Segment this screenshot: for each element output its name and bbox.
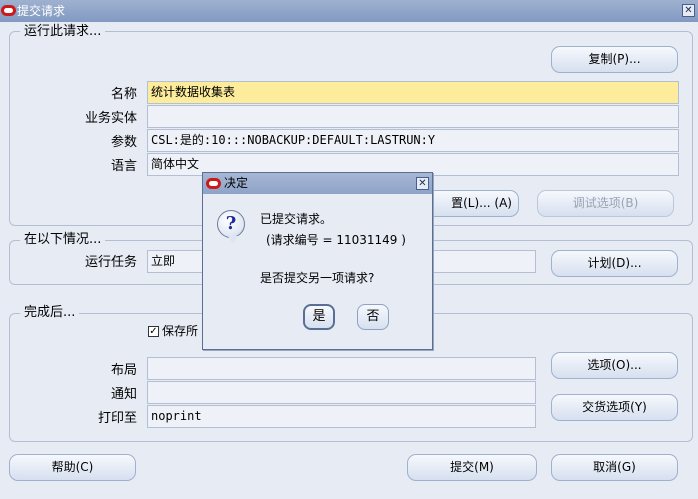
debug-options-button[interactable]: 调试选项(B)	[537, 190, 674, 217]
submit-button[interactable]: 提交(M)	[407, 454, 537, 481]
name-field[interactable]: 统计数据收集表	[147, 81, 679, 104]
notify-field[interactable]	[147, 381, 536, 404]
schedule-title: 在以下情况...	[20, 232, 106, 248]
question-icon: ?	[217, 210, 245, 244]
run-request-title: 运行此请求...	[20, 24, 106, 40]
oracle-logo-icon	[1, 5, 16, 16]
save-output-checkbox[interactable]: ✓	[148, 326, 159, 337]
window-title-bar: 提交请求 ✕	[0, 0, 698, 22]
options-button[interactable]: 选项(O)...	[551, 352, 678, 379]
name-label: 名称	[110, 87, 137, 102]
dialog-close-icon[interactable]: ✕	[416, 177, 429, 190]
completion-title: 完成后...	[20, 305, 80, 321]
delivery-options-button[interactable]: 交货选项(Y)	[551, 394, 678, 421]
run-job-label: 运行任务	[84, 255, 137, 270]
operating-unit-label: 业务实体	[84, 111, 137, 126]
layout-label: 布局	[110, 363, 137, 378]
cancel-button[interactable]: 取消(G)	[551, 454, 678, 481]
copy-button[interactable]: 复制(P)...	[551, 46, 678, 73]
parameters-field[interactable]: CSL:是的:10:::NOBACKUP:DEFAULT:LASTRUN:Y	[147, 129, 679, 152]
language-label: 语言	[110, 159, 137, 174]
operating-unit-field[interactable]	[147, 105, 679, 128]
print-to-label: 打印至	[97, 411, 137, 426]
help-button[interactable]: 帮助(C)	[9, 454, 136, 481]
layout-field[interactable]	[147, 357, 536, 380]
print-to-field[interactable]: noprint	[147, 405, 536, 428]
schedule-button[interactable]: 计划(D)...	[551, 250, 678, 277]
dialog-message-line1: 已提交请求。	[260, 212, 333, 226]
yes-button[interactable]: 是	[303, 304, 335, 330]
decision-dialog: 决定 ✕ ? 已提交请求。 (请求编号 = 11031149 ) 是否提交另一项…	[202, 172, 433, 350]
save-output-label: 保存所	[162, 324, 199, 338]
close-icon[interactable]: ✕	[682, 4, 695, 17]
no-button[interactable]: 否	[357, 304, 389, 330]
window-title: 提交请求	[17, 4, 66, 18]
oracle-logo-icon	[206, 178, 221, 189]
dialog-title: 决定	[224, 176, 249, 190]
parameters-label: 参数	[110, 135, 137, 150]
dialog-question: 是否提交另一项请求?	[260, 271, 375, 285]
dialog-message-line2: (请求编号 = 11031149 )	[266, 233, 406, 247]
dialog-title-bar: 决定 ✕	[203, 173, 432, 194]
notify-label: 通知	[110, 387, 137, 402]
